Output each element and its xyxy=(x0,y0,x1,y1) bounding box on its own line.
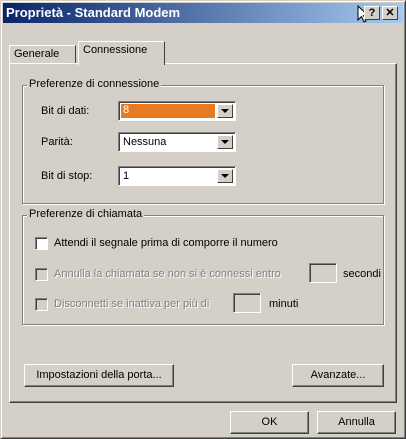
cancel-call-unit: secondi xyxy=(343,268,381,280)
chevron-down-icon xyxy=(221,140,229,144)
cancel-call-checkbox[interactable] xyxy=(35,268,48,281)
advanced-button[interactable]: Avanzate... xyxy=(292,364,384,387)
stop-bits-select[interactable]: 1 xyxy=(118,166,236,186)
parity-select[interactable]: Nessuna xyxy=(118,132,236,152)
connection-prefs-title: Preferenze di connessione xyxy=(27,78,162,90)
disconnect-idle-checkbox[interactable] xyxy=(35,298,48,311)
data-bits-select[interactable]: 8 xyxy=(118,101,236,121)
cancel-call-label: Annulla la chiamata se non si è connessi… xyxy=(54,268,281,280)
help-button[interactable]: ? xyxy=(364,6,380,20)
port-settings-button[interactable]: Impostazioni della porta... xyxy=(24,364,174,387)
stop-bits-dropdown-button[interactable] xyxy=(217,169,233,183)
disconnect-minutes-input[interactable] xyxy=(233,293,261,313)
call-prefs-title: Preferenze di chiamata xyxy=(27,208,145,220)
chevron-down-icon xyxy=(221,174,229,178)
data-bits-value: 8 xyxy=(121,104,215,118)
wait-dial-tone-label[interactable]: Attendi il segnale prima di comporre il … xyxy=(54,237,278,249)
close-icon: ✕ xyxy=(385,7,395,19)
data-bits-label: Bit di dati: xyxy=(41,105,90,117)
properties-dialog: Proprietà - Standard Modem ? ✕ Generale … xyxy=(0,0,406,439)
parity-label: Parità: xyxy=(41,136,73,148)
cancel-call-seconds-input[interactable] xyxy=(309,263,337,283)
tab-connessione[interactable]: Connessione xyxy=(78,41,165,65)
stop-bits-label: Bit di stop: xyxy=(41,170,93,182)
parity-value: Nessuna xyxy=(123,136,167,148)
stop-bits-value: 1 xyxy=(123,170,130,182)
data-bits-dropdown-button[interactable] xyxy=(217,104,233,118)
call-prefs-group: Preferenze di chiamata Attendi il segnal… xyxy=(22,208,384,325)
parity-dropdown-button[interactable] xyxy=(217,135,233,149)
disconnect-unit: minuti xyxy=(269,298,299,310)
tab-generale[interactable]: Generale xyxy=(9,45,76,63)
ok-button[interactable]: OK xyxy=(230,411,309,434)
disconnect-idle-label: Disconnetti se inattiva per più di xyxy=(54,298,210,310)
title-bar[interactable]: Proprietà - Standard Modem ? ✕ xyxy=(3,3,403,23)
close-button[interactable]: ✕ xyxy=(382,6,398,20)
window-title: Proprietà - Standard Modem xyxy=(6,5,181,20)
cancel-button[interactable]: Annulla xyxy=(317,411,396,434)
tab-panel-connessione: Preferenze di connessione Bit di dati: 8… xyxy=(9,63,397,403)
connection-prefs-group: Preferenze di connessione Bit di dati: 8… xyxy=(22,78,384,204)
wait-dial-tone-checkbox[interactable] xyxy=(35,237,48,250)
chevron-down-icon xyxy=(221,109,229,113)
